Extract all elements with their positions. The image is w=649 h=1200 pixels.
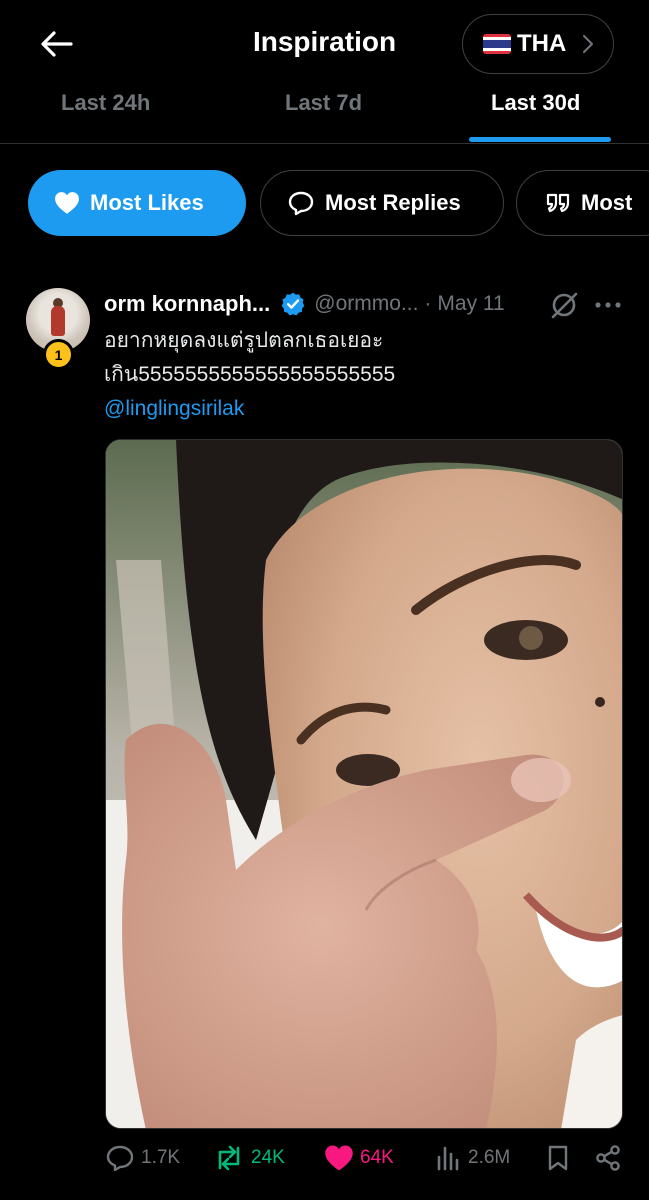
post-actions: 1.7K 24K 64K 2.6M — [0, 1144, 649, 1184]
view-count: 2.6M — [468, 1147, 511, 1168]
post-date[interactable]: May 11 — [437, 292, 504, 316]
filter-most-quotes[interactable]: Most — [516, 170, 649, 236]
display-name[interactable]: orm kornnaph... — [104, 291, 270, 317]
inspiration-screen: Inspiration THA Last 24h Last 7d Last 30… — [0, 0, 649, 1200]
reply-icon — [288, 191, 314, 216]
photo-illustration — [106, 440, 622, 1128]
share-icon — [596, 1145, 620, 1171]
post-text-line: เกิน5555555555555555555555 — [104, 363, 396, 386]
separator-dot: · — [424, 292, 432, 315]
country-code: THA — [517, 30, 567, 57]
active-tab-indicator — [469, 137, 611, 142]
country-selector[interactable]: THA — [462, 14, 614, 74]
post-image[interactable] — [105, 439, 623, 1129]
repost-button[interactable]: 24K — [213, 1144, 285, 1172]
tab-last-24h[interactable]: Last 24h — [61, 90, 150, 116]
rank-badge: 1 — [43, 339, 74, 370]
reply-count: 1.7K — [141, 1147, 181, 1168]
filter-label: Most Likes — [90, 190, 204, 215]
top-bar: Inspiration THA — [0, 0, 649, 88]
tab-last-30d[interactable]: Last 30d — [491, 90, 580, 116]
chevron-right-icon — [583, 35, 594, 53]
post-text: อยากหยุดลงแต่รูปตลกเธอเยอะ เกิน555555555… — [104, 324, 624, 426]
grok-icon[interactable] — [549, 290, 579, 320]
user-handle[interactable]: @ormmo... — [314, 292, 418, 316]
tab-last-7d[interactable]: Last 7d — [285, 90, 362, 116]
filter-most-likes[interactable]: Most Likes — [28, 170, 246, 236]
filter-most-replies[interactable]: Most Replies — [260, 170, 504, 236]
verified-badge-icon — [281, 292, 305, 316]
quote-icon — [546, 193, 570, 213]
filter-chips: Most Likes Most Replies Most — [0, 170, 649, 238]
filter-label: Most Replies — [325, 190, 461, 215]
time-range-tabs: Last 24h Last 7d Last 30d — [0, 86, 649, 144]
repost-count: 24K — [251, 1147, 285, 1168]
thailand-flag-icon — [483, 34, 511, 54]
filter-label: Most — [581, 190, 633, 215]
heart-icon — [55, 192, 79, 214]
reply-button[interactable]: 1.7K — [105, 1144, 180, 1172]
bar-chart-icon — [437, 1146, 459, 1171]
mention-link[interactable]: @linglingsirilak — [104, 392, 624, 426]
bookmark-icon — [548, 1145, 568, 1171]
repost-icon — [218, 1145, 240, 1171]
heart-icon — [325, 1145, 353, 1171]
bookmark-button[interactable] — [546, 1144, 570, 1172]
reply-icon — [106, 1145, 134, 1172]
like-count: 64K — [360, 1147, 394, 1168]
views-button[interactable]: 2.6M — [436, 1144, 510, 1172]
post-header: orm kornnaph... @ormmo... · May 11 — [104, 288, 624, 320]
post-text-line: อยากหยุดลงแต่รูปตลกเธอเยอะ — [104, 329, 384, 352]
more-options-icon[interactable] — [594, 290, 622, 320]
share-button[interactable] — [594, 1144, 622, 1172]
like-button[interactable]: 64K — [324, 1144, 394, 1172]
